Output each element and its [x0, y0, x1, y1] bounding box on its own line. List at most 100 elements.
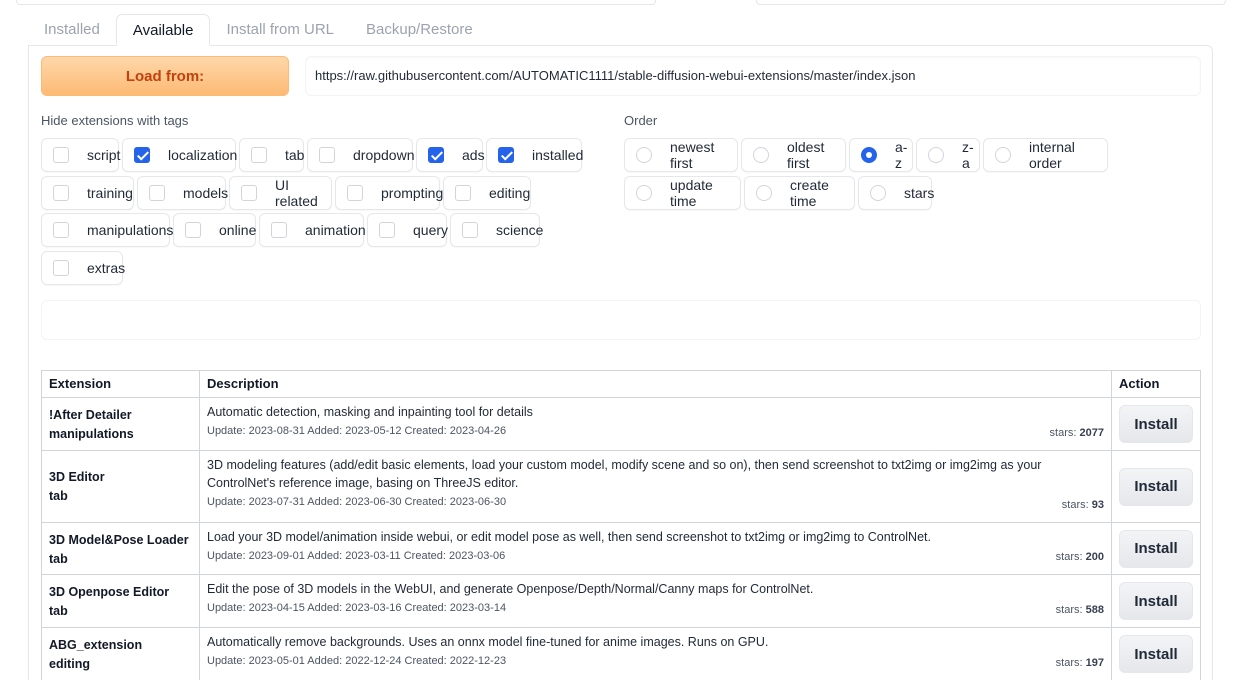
install-button[interactable]: Install — [1119, 582, 1193, 620]
search-info-box — [41, 300, 1201, 340]
extension-name-cell: 3D Editor tab — [41, 450, 200, 523]
order-radio-internal-order[interactable]: internal order — [983, 138, 1108, 172]
extension-name-cell: 3D Openpose Editor tab — [41, 574, 200, 628]
checkbox-box[interactable] — [428, 147, 444, 163]
radio-circle[interactable] — [870, 185, 886, 201]
extensions-table: Extension Description Action !After Deta… — [41, 370, 1201, 680]
extension-stars: stars: 197 — [1055, 657, 1104, 669]
install-button[interactable]: Install — [1119, 529, 1193, 568]
table-row: 3D Model&Pose Loader tab Load your 3D mo… — [41, 522, 1201, 575]
tag-checkbox-training[interactable]: training — [41, 176, 134, 210]
checkbox-box[interactable] — [251, 147, 267, 163]
action-cell: Install — [1111, 627, 1201, 680]
tag-checkbox-animation[interactable]: animation — [259, 213, 366, 247]
extension-description-cell: Automatic detection, masking and inpaint… — [199, 397, 1112, 451]
top-strip-segment — [16, 0, 656, 5]
tab-available[interactable]: Available — [115, 14, 211, 46]
tag-checkbox-online[interactable]: online — [173, 213, 256, 247]
checkbox-box[interactable] — [319, 147, 335, 163]
extension-name-link[interactable]: 3D Model&Pose Loader — [49, 531, 192, 550]
column-header-action: Action — [1111, 370, 1201, 398]
column-header-extension: Extension — [41, 370, 200, 398]
extension-dates: Update: 2023-08-31 Added: 2023-05-12 Cre… — [207, 425, 507, 437]
radio-circle[interactable] — [636, 147, 652, 163]
tag-checkbox-prompting[interactable]: prompting — [335, 176, 443, 210]
radio-circle[interactable] — [928, 147, 944, 163]
extension-stars: stars: 93 — [1061, 499, 1104, 511]
tag-checkbox-ui-related[interactable]: UI related — [229, 176, 332, 210]
radio-circle[interactable] — [753, 147, 769, 163]
tag-checkbox-models[interactable]: models — [137, 176, 228, 210]
checkbox-box[interactable] — [53, 185, 69, 201]
radio-circle[interactable] — [995, 147, 1011, 163]
checkbox-box[interactable] — [134, 147, 150, 163]
tab-backup-restore[interactable]: Backup/Restore — [350, 14, 489, 46]
tag-checkbox-dropdown[interactable]: dropdown — [307, 138, 415, 172]
extension-description-cell: Load your 3D model/animation inside webu… — [199, 522, 1112, 575]
radio-circle[interactable] — [756, 185, 772, 201]
checkbox-box[interactable] — [53, 147, 69, 163]
tag-checkbox-manipulations[interactable]: manipulations — [41, 213, 173, 247]
checkbox-box[interactable] — [379, 222, 395, 238]
checkbox-box[interactable] — [185, 222, 201, 238]
order-radio-stars[interactable]: stars — [858, 176, 934, 210]
checkbox-box[interactable] — [498, 147, 514, 163]
order-radio-oldest-first[interactable]: oldest first — [741, 138, 846, 172]
extension-description-cell: Edit the pose of 3D models in the WebUI,… — [199, 574, 1112, 628]
install-button[interactable]: Install — [1119, 405, 1193, 443]
checkbox-box[interactable] — [53, 260, 69, 276]
install-button[interactable]: Install — [1119, 467, 1193, 506]
index-url-input[interactable]: https://raw.githubusercontent.com/AUTOMA… — [305, 56, 1201, 96]
order-radio-z-a[interactable]: z-a — [916, 138, 980, 172]
table-row: ABG_extension editing Automatically remo… — [41, 627, 1201, 680]
extension-name-link[interactable]: !After Detailer — [49, 406, 192, 425]
table-header-row: Extension Description Action — [41, 370, 1201, 398]
extension-description: Load your 3D model/animation inside webu… — [207, 530, 931, 544]
tag-checkbox-extras[interactable]: extras — [41, 251, 125, 285]
order-radio-newest-first[interactable]: newest first — [624, 138, 738, 172]
tag-checkbox-installed[interactable]: installed — [486, 138, 583, 172]
extension-stars: stars: 588 — [1055, 604, 1104, 616]
order-label: Order — [624, 113, 658, 128]
extension-tag: editing — [49, 657, 90, 671]
order-radio-update-time[interactable]: update time — [624, 176, 741, 210]
tag-checkbox-query[interactable]: query — [367, 213, 448, 247]
tag-checkbox-ads[interactable]: ads — [416, 138, 485, 172]
order-radio-a-z[interactable]: a-z — [849, 138, 913, 172]
extension-description: Automatically remove backgrounds. Uses a… — [207, 635, 769, 649]
install-button[interactable]: Install — [1119, 635, 1193, 673]
tag-checkbox-script[interactable]: script — [41, 138, 120, 172]
top-strip-segment — [756, 0, 1226, 5]
extension-dates: Update: 2023-04-15 Added: 2023-03-16 Cre… — [207, 602, 507, 614]
extension-name-link[interactable]: 3D Openpose Editor — [49, 583, 192, 602]
radio-circle[interactable] — [636, 185, 652, 201]
load-from-button[interactable]: Load from: — [41, 56, 289, 96]
checkbox-box[interactable] — [347, 185, 363, 201]
tag-checkbox-editing[interactable]: editing — [443, 176, 531, 210]
checkbox-box[interactable] — [462, 222, 478, 238]
table-row: 3D Openpose Editor tab Edit the pose of … — [41, 574, 1201, 628]
radio-circle[interactable] — [861, 147, 877, 163]
extension-dates: Update: 2023-09-01 Added: 2023-03-11 Cre… — [207, 550, 506, 562]
action-cell: Install — [1111, 574, 1201, 628]
tag-checkbox-tab[interactable]: tab — [239, 138, 304, 172]
tag-checkbox-localization[interactable]: localization — [122, 138, 237, 172]
extension-name-link[interactable]: ABG_extension — [49, 636, 192, 655]
extension-tag: manipulations — [49, 427, 134, 441]
tag-checkbox-science[interactable]: science — [450, 213, 543, 247]
checkbox-box[interactable] — [271, 222, 287, 238]
tab-installed[interactable]: Installed — [28, 14, 116, 46]
checkbox-box[interactable] — [53, 222, 69, 238]
action-cell: Install — [1111, 450, 1201, 523]
tab-install-from-url[interactable]: Install from URL — [210, 14, 350, 46]
table-row: !After Detailer manipulations Automatic … — [41, 397, 1201, 451]
column-header-description: Description — [199, 370, 1112, 398]
checkbox-box[interactable] — [455, 185, 471, 201]
extension-name-link[interactable]: 3D Editor — [49, 468, 192, 487]
order-radio-create-time[interactable]: create time — [744, 176, 855, 210]
action-cell: Install — [1111, 522, 1201, 575]
checkbox-box[interactable] — [149, 185, 165, 201]
extension-tag: tab — [49, 489, 68, 503]
checkbox-box[interactable] — [241, 185, 257, 201]
action-cell: Install — [1111, 397, 1201, 451]
